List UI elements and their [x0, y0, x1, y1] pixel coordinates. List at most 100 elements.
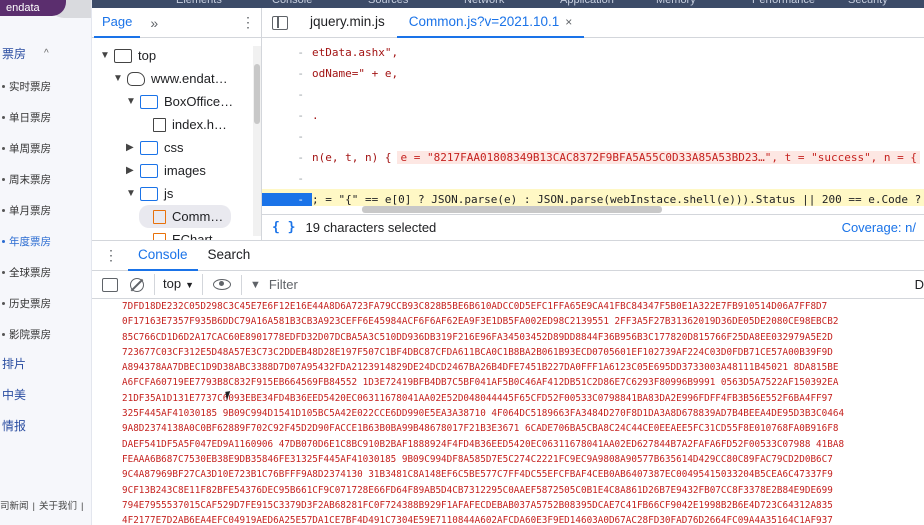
tab-page[interactable]: Page — [94, 8, 141, 38]
console-output[interactable]: 7DFD18DE232C05D298C3C45E7E6F12E16E44A8D6… — [122, 299, 924, 525]
navigator-scrollbar[interactable] — [253, 46, 261, 236]
filter-placeholder: Filter — [268, 277, 298, 292]
line-gutter[interactable]: - — [262, 109, 312, 122]
footer-link: | — [32, 501, 35, 512]
tree-node[interactable]: ▶ css — [126, 136, 184, 159]
code-line[interactable]: - — [262, 84, 924, 104]
sidebar-item[interactable]: 单日票房 — [0, 107, 91, 127]
sidebar-toggle-icon[interactable] — [102, 277, 118, 292]
expand-caret-icon[interactable]: ▼ — [126, 96, 138, 107]
devtools-tab[interactable]: Elements — [176, 0, 222, 6]
filter-input[interactable]: ▼ Filter — [241, 274, 298, 295]
line-gutter[interactable]: - — [262, 46, 312, 59]
more-tabs-button[interactable]: » — [150, 15, 158, 31]
code-line[interactable]: - — [262, 168, 924, 188]
site-logo[interactable]: endata — [0, 0, 66, 16]
devtools-tab[interactable]: Network — [464, 0, 504, 6]
editor-tab[interactable]: jquery.min.js — [298, 8, 397, 38]
devtools-tab[interactable]: Console — [272, 0, 312, 6]
drawer-tab-search[interactable]: Search — [198, 241, 261, 271]
sidebar-item-label: 年度票房 — [9, 235, 51, 248]
line-gutter[interactable]: - — [262, 67, 312, 80]
devtools-tab[interactable]: Performance — [752, 0, 815, 6]
console-output-line: 794E7955537015CAF529D7FE915C3379D3F2AB68… — [122, 499, 833, 511]
sidebar-item[interactable]: 实时票房 — [0, 76, 91, 96]
tree-node[interactable]: ▼ www.endat… — [113, 67, 228, 90]
scrollbar-thumb[interactable] — [254, 64, 260, 124]
line-gutter[interactable]: - — [262, 151, 312, 164]
sidebar-item[interactable]: 单周票房 — [0, 138, 91, 158]
expand-caret-icon[interactable]: ▼ — [100, 50, 112, 61]
console-output-line: 85C766CD1D6D2A17CAC60E8901778EDFD32D07DC… — [122, 331, 833, 343]
sidebar-item[interactable]: 年度票房 — [0, 231, 91, 251]
coverage-link[interactable]: Coverage: n/ — [842, 220, 916, 235]
code-line[interactable]: - etData.ashx", — [262, 42, 924, 62]
folder-icon — [140, 94, 158, 109]
line-gutter[interactable]: - — [262, 130, 312, 143]
tree-node[interactable]: ▼ js — [126, 182, 173, 205]
live-expression-eye-icon[interactable] — [213, 279, 231, 290]
devtools-tab[interactable]: Memory — [656, 0, 696, 6]
console-output-line: 723677C03CF312E5D48A57E3C73C2DDEB48D28E1… — [122, 346, 833, 358]
chevron-down-icon: ▼ — [185, 280, 194, 290]
code-line[interactable]: - odName=" + e, — [262, 63, 924, 83]
tree-node[interactable]: ▼ BoxOffice… — [126, 90, 233, 113]
clear-console-icon[interactable] — [130, 277, 144, 292]
drawer-tab-console[interactable]: Console — [128, 241, 198, 271]
line-gutter[interactable]: - — [262, 88, 312, 101]
sidebar-item-label: 影院票房 — [9, 328, 51, 341]
expand-caret-icon[interactable]: ▼ — [126, 188, 138, 199]
tree-node-label: index.h… — [172, 117, 227, 132]
close-icon[interactable]: × — [565, 15, 572, 29]
sidebar-section[interactable]: 情报 — [0, 413, 91, 437]
devtools-tab[interactable]: Security — [848, 0, 888, 6]
sidebar-item[interactable]: 全球票房 — [0, 262, 91, 282]
sidebar-item[interactable]: 单月票房 — [0, 200, 91, 220]
tree-node[interactable]: index.h… — [139, 113, 227, 136]
line-gutter[interactable]: - — [262, 192, 312, 206]
devtools-tab[interactable]: Application — [560, 0, 614, 6]
sidebar-section[interactable]: 中美 — [0, 382, 91, 406]
navigator-menu-icon[interactable]: ⋮ — [241, 14, 255, 31]
section-label: 票房 — [2, 46, 27, 61]
code-line[interactable]: -; = "{" == e[0] ? JSON.parse(e) : JSON.… — [262, 189, 924, 206]
sidebar-item-label: 历史票房 — [9, 297, 51, 310]
scrollbar-thumb[interactable] — [362, 206, 662, 213]
source-editor: jquery.min.js Common.js?v=2021.10.1 × - etD… — [262, 8, 924, 240]
drawer-menu-icon[interactable]: ⋮ — [104, 247, 118, 264]
expand-caret-icon[interactable]: ▼ — [113, 73, 125, 84]
code-line[interactable]: - — [262, 126, 924, 146]
sidebar-section[interactable]: 票房 ^ — [0, 41, 91, 65]
collapse-caret-icon[interactable]: ▶ — [126, 165, 138, 176]
bullet-icon — [2, 177, 5, 181]
code-view[interactable]: - etData.ashx", - odName=" + e, - -. - - n(e, t,… — [262, 38, 924, 206]
sidebar-item[interactable]: 影院票房 — [0, 324, 91, 344]
footer-link[interactable]: 关于我们 — [39, 501, 77, 512]
default-levels-dropdown[interactable]: D — [915, 277, 924, 292]
collapse-caret-icon[interactable]: ▶ — [126, 142, 138, 153]
tree-node[interactable]: ▶ images — [126, 159, 206, 182]
footer-link[interactable]: 司新闻 — [0, 501, 29, 512]
code-line[interactable]: -. — [262, 105, 924, 125]
toggle-navigator-icon[interactable] — [272, 15, 288, 30]
line-gutter[interactable]: - — [262, 172, 312, 185]
chevron-up-icon[interactable]: ^ — [44, 48, 49, 59]
sidebar-item[interactable]: 周末票房 — [0, 169, 91, 189]
devtools-window: Elements Console Sources Network Application… — [92, 0, 924, 525]
tree-node[interactable]: Comm… — [139, 205, 232, 228]
editor-hscrollbar[interactable] — [262, 206, 924, 214]
cloud-icon — [127, 71, 145, 86]
editor-tab[interactable]: Common.js?v=2021.10.1 × — [396, 8, 585, 38]
pretty-print-icon[interactable]: { } — [272, 220, 295, 235]
filter-icon: ▼ — [250, 278, 261, 291]
sidebar-item[interactable]: 历史票房 — [0, 293, 91, 313]
tree-node-label: Comm… — [172, 209, 224, 224]
tree-node[interactable]: ▼ top — [100, 44, 156, 67]
sidebar-section[interactable]: 排片 — [0, 351, 91, 375]
context-selector[interactable]: top ▼ — [154, 274, 203, 295]
devtools-tab[interactable]: Sources — [368, 0, 408, 6]
code-line[interactable]: - n(e, t, n) {e = "8217FAA01808349B13CAC8… — [262, 147, 924, 167]
sidebar-item-label: 周末票房 — [9, 173, 51, 186]
frame-icon — [114, 48, 132, 63]
console-output-line: 9C4A87969BF27CA3D10E723B1C76BFFF9A8D2374… — [122, 469, 833, 481]
